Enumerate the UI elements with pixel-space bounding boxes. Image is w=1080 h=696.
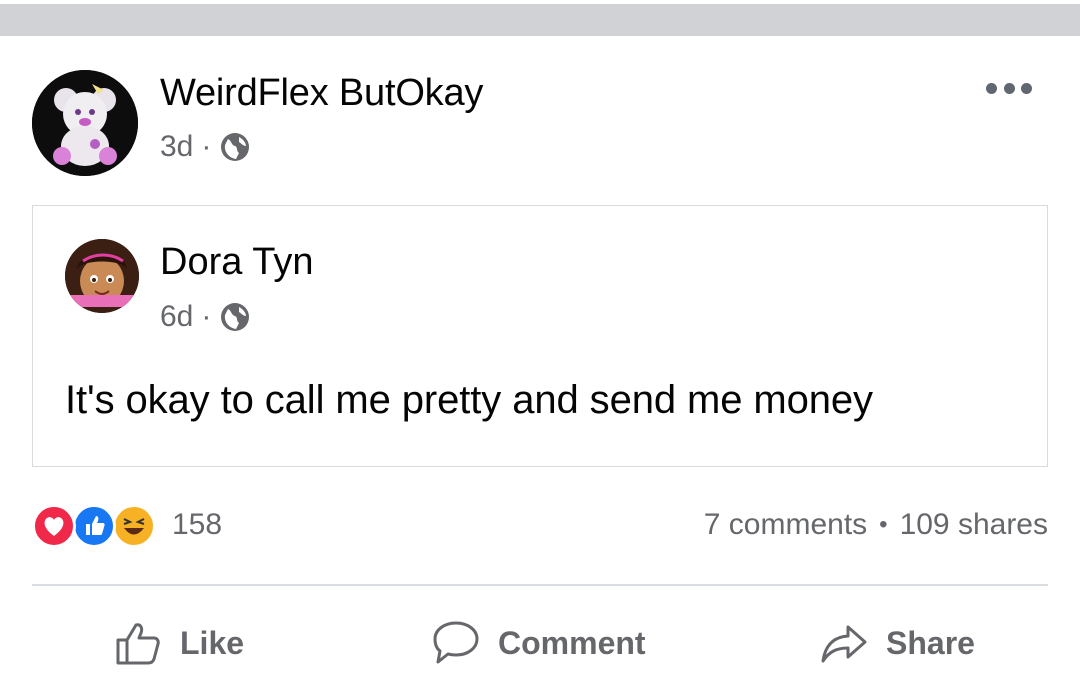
comment-label: Comment <box>498 624 646 661</box>
globe-icon <box>221 133 250 161</box>
more-dot <box>986 82 997 94</box>
shared-post-card[interactable]: Dora Tyn 6d · It's okay to call me prett… <box>32 205 1048 467</box>
divider <box>32 584 1048 586</box>
thumbs-up-icon <box>116 623 160 665</box>
share-label: Share <box>886 624 975 661</box>
shares-count[interactable]: 109 shares <box>900 508 1048 542</box>
shared-author-name[interactable]: Dora Tyn <box>160 241 313 284</box>
comment-button[interactable]: Comment <box>430 600 646 686</box>
meta-separator: · <box>201 130 212 163</box>
post-header: WeirdFlex ButOkay 3d · <box>0 60 1080 180</box>
author-avatar[interactable] <box>32 70 138 176</box>
teddy-bear-avatar-icon <box>32 70 138 176</box>
engagement-row: 158 7 comments • 109 shares <box>32 498 1048 554</box>
shared-post-meta: 6d · <box>160 300 251 334</box>
top-strip <box>0 0 1080 36</box>
more-dot <box>1021 82 1032 94</box>
post-author-name[interactable]: WeirdFlex ButOkay <box>160 72 483 115</box>
dora-avatar-icon <box>65 239 139 313</box>
top-gray-bar <box>0 4 1080 36</box>
comment-bubble-icon <box>433 621 479 664</box>
haha-reaction-icon <box>112 504 156 548</box>
comment-share-counts: 7 comments • 109 shares <box>704 508 1048 542</box>
meta-separator: · <box>201 300 212 333</box>
shared-post-time[interactable]: 6d <box>160 300 193 334</box>
shared-author-avatar[interactable] <box>65 239 139 313</box>
like-button[interactable]: Like <box>112 600 244 686</box>
reaction-icons[interactable] <box>32 504 162 548</box>
globe-icon <box>221 303 250 331</box>
post-time[interactable]: 3d <box>160 130 193 164</box>
more-dot <box>1003 82 1015 94</box>
love-reaction-icon <box>32 504 76 548</box>
share-arrow-icon <box>821 625 867 663</box>
reaction-count[interactable]: 158 <box>172 508 222 542</box>
comments-count[interactable]: 7 comments <box>704 508 867 542</box>
post-meta: 3d · <box>160 130 251 164</box>
like-reaction-icon <box>72 504 116 548</box>
action-bar: Like Comment Share <box>32 600 1048 686</box>
counts-bullet: • <box>879 511 888 538</box>
share-button[interactable]: Share <box>818 600 975 686</box>
more-options-button[interactable] <box>986 78 1032 98</box>
like-label: Like <box>180 624 245 661</box>
shared-post-text: It's okay to call me pretty and send me … <box>65 378 873 422</box>
